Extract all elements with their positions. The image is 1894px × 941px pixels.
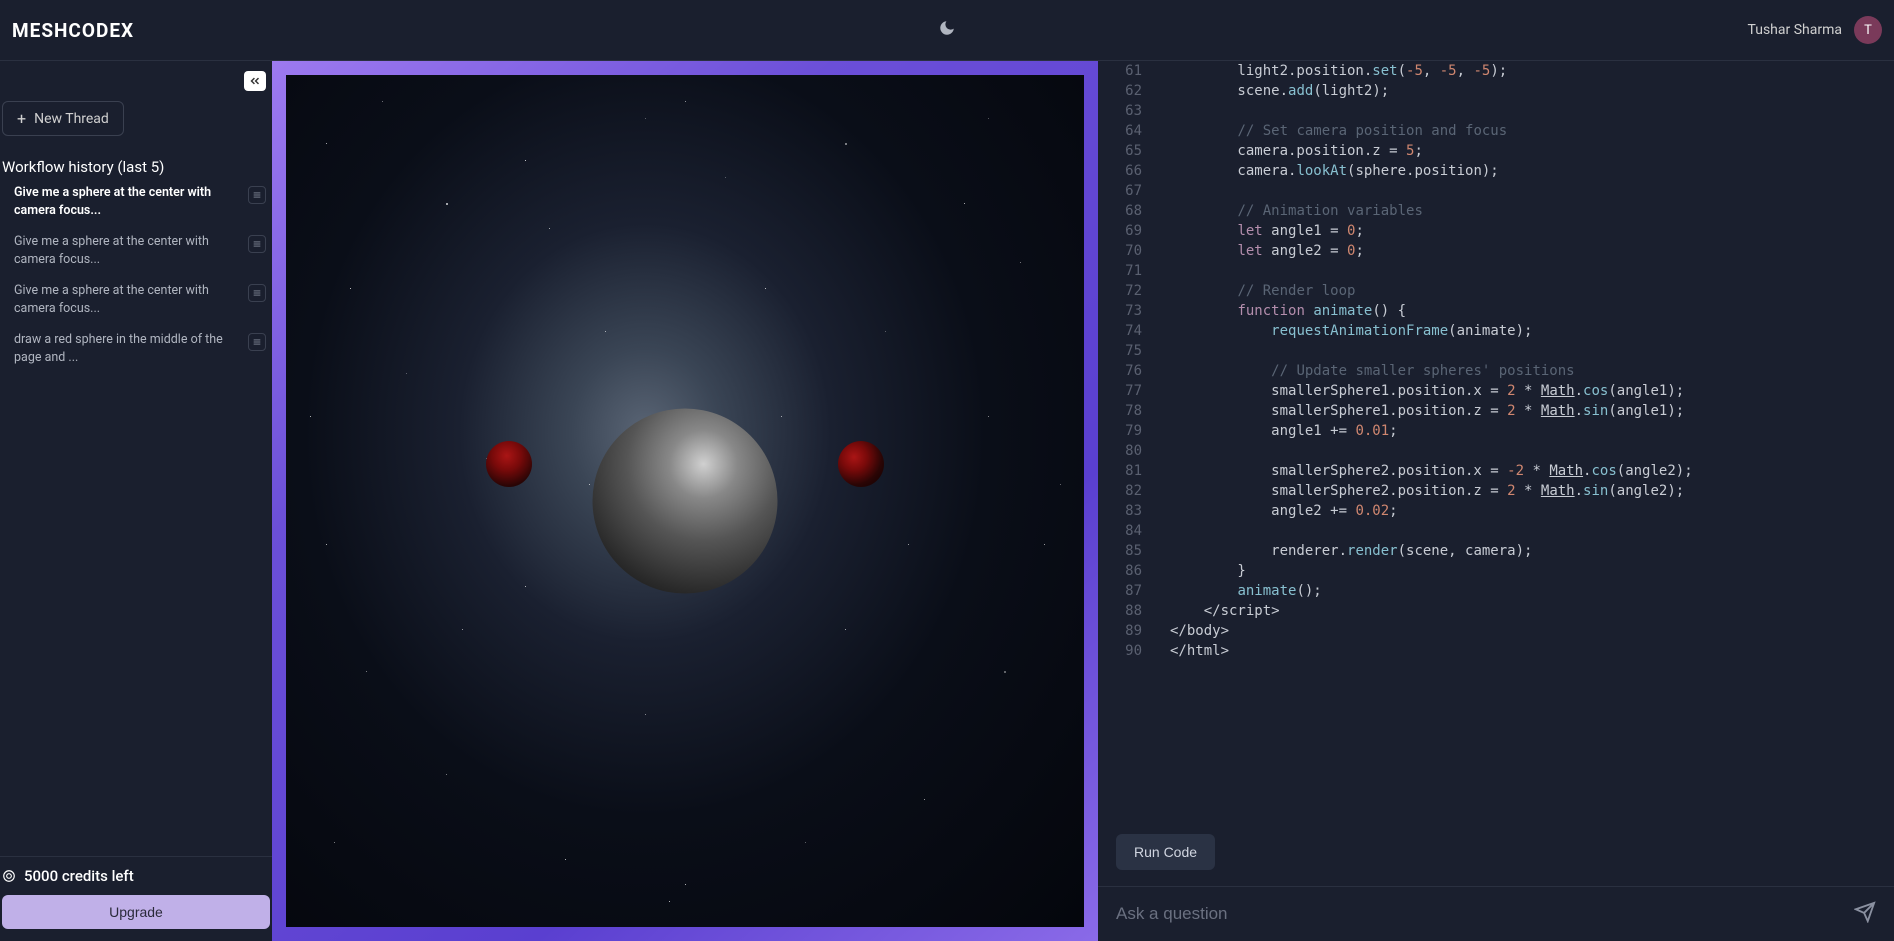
credits-display: 5000 credits left	[2, 867, 270, 885]
code-line: 64 // Set camera position and focus	[1112, 121, 1894, 141]
code-line: 79 angle1 += 0.01;	[1112, 421, 1894, 441]
plus-icon: +	[17, 109, 26, 128]
code-line: 61 light2.position.set(-5, -5, -5);	[1112, 61, 1894, 81]
history-item-menu[interactable]	[248, 235, 266, 253]
send-button[interactable]	[1854, 901, 1876, 927]
history-item-text: Give me a sphere at the center with came…	[14, 282, 240, 317]
header-user-area: Tushar Sharma T	[1748, 16, 1882, 44]
upgrade-button[interactable]: Upgrade	[2, 895, 270, 929]
history-title: Workflow history (last 5)	[2, 158, 272, 176]
preview-panel	[272, 61, 1098, 941]
history-item[interactable]: Give me a sphere at the center with came…	[14, 282, 266, 317]
new-thread-button[interactable]: + New Thread	[2, 101, 124, 136]
code-line: 82 smallerSphere2.position.z = 2 * Math.…	[1112, 481, 1894, 501]
code-editor[interactable]: 61 light2.position.set(-5, -5, -5);62 sc…	[1098, 61, 1894, 818]
collapse-sidebar-button[interactable]	[244, 71, 266, 91]
history-item-menu[interactable]	[248, 284, 266, 302]
history-item[interactable]: draw a red sphere in the middle of the p…	[14, 331, 266, 366]
brand-logo: MESHCODEX	[12, 19, 134, 42]
menu-lines-icon	[252, 190, 262, 200]
code-line: 71	[1112, 261, 1894, 281]
code-line: 66 camera.lookAt(sphere.position);	[1112, 161, 1894, 181]
history-list: Give me a sphere at the center with came…	[0, 184, 272, 366]
code-line: 72 // Render loop	[1112, 281, 1894, 301]
code-line: 69 let angle1 = 0;	[1112, 221, 1894, 241]
code-line: 70 let angle2 = 0;	[1112, 241, 1894, 261]
code-line: 87 animate();	[1112, 581, 1894, 601]
code-line: 83 angle2 += 0.02;	[1112, 501, 1894, 521]
code-line: 78 smallerSphere1.position.z = 2 * Math.…	[1112, 401, 1894, 421]
history-item-text: Give me a sphere at the center with came…	[14, 233, 240, 268]
center-sphere	[593, 409, 778, 594]
code-line: 67	[1112, 181, 1894, 201]
question-input[interactable]	[1116, 904, 1842, 924]
theme-toggle[interactable]	[938, 19, 956, 41]
code-line: 89</body>	[1112, 621, 1894, 641]
history-item-menu[interactable]	[248, 333, 266, 351]
run-code-button[interactable]: Run Code	[1116, 834, 1215, 870]
code-line: 65 camera.position.z = 5;	[1112, 141, 1894, 161]
code-line: 76 // Update smaller spheres' positions	[1112, 361, 1894, 381]
code-line: 90</html>	[1112, 641, 1894, 661]
code-line: 84	[1112, 521, 1894, 541]
menu-lines-icon	[252, 337, 262, 347]
code-line: 88 </script>	[1112, 601, 1894, 621]
history-item-menu[interactable]	[248, 186, 266, 204]
code-line: 75	[1112, 341, 1894, 361]
app-header: MESHCODEX Tushar Sharma T	[0, 0, 1894, 61]
send-icon	[1854, 901, 1876, 923]
history-item[interactable]: Give me a sphere at the center with came…	[14, 184, 266, 219]
chat-input-bar	[1098, 886, 1894, 941]
history-item-text: Give me a sphere at the center with came…	[14, 184, 240, 219]
code-line: 85 renderer.render(scene, camera);	[1112, 541, 1894, 561]
menu-lines-icon	[252, 288, 262, 298]
render-canvas[interactable]	[286, 75, 1084, 927]
code-line: 68 // Animation variables	[1112, 201, 1894, 221]
history-item-text: draw a red sphere in the middle of the p…	[14, 331, 240, 366]
code-line: 74 requestAnimationFrame(animate);	[1112, 321, 1894, 341]
code-line: 77 smallerSphere1.position.x = 2 * Math.…	[1112, 381, 1894, 401]
code-line: 86 }	[1112, 561, 1894, 581]
moon-icon	[938, 19, 956, 37]
code-line: 80	[1112, 441, 1894, 461]
avatar[interactable]: T	[1854, 16, 1882, 44]
chevron-double-left-icon	[248, 74, 262, 88]
code-line: 73 function animate() {	[1112, 301, 1894, 321]
code-panel: 61 light2.position.set(-5, -5, -5);62 sc…	[1098, 61, 1894, 941]
sidebar: + New Thread Workflow history (last 5) G…	[0, 61, 272, 941]
history-item[interactable]: Give me a sphere at the center with came…	[14, 233, 266, 268]
code-line: 81 smallerSphere2.position.x = -2 * Math…	[1112, 461, 1894, 481]
menu-lines-icon	[252, 239, 262, 249]
credits-icon	[2, 869, 16, 883]
username: Tushar Sharma	[1748, 22, 1842, 38]
code-line: 62 scene.add(light2);	[1112, 81, 1894, 101]
code-line: 63	[1112, 101, 1894, 121]
